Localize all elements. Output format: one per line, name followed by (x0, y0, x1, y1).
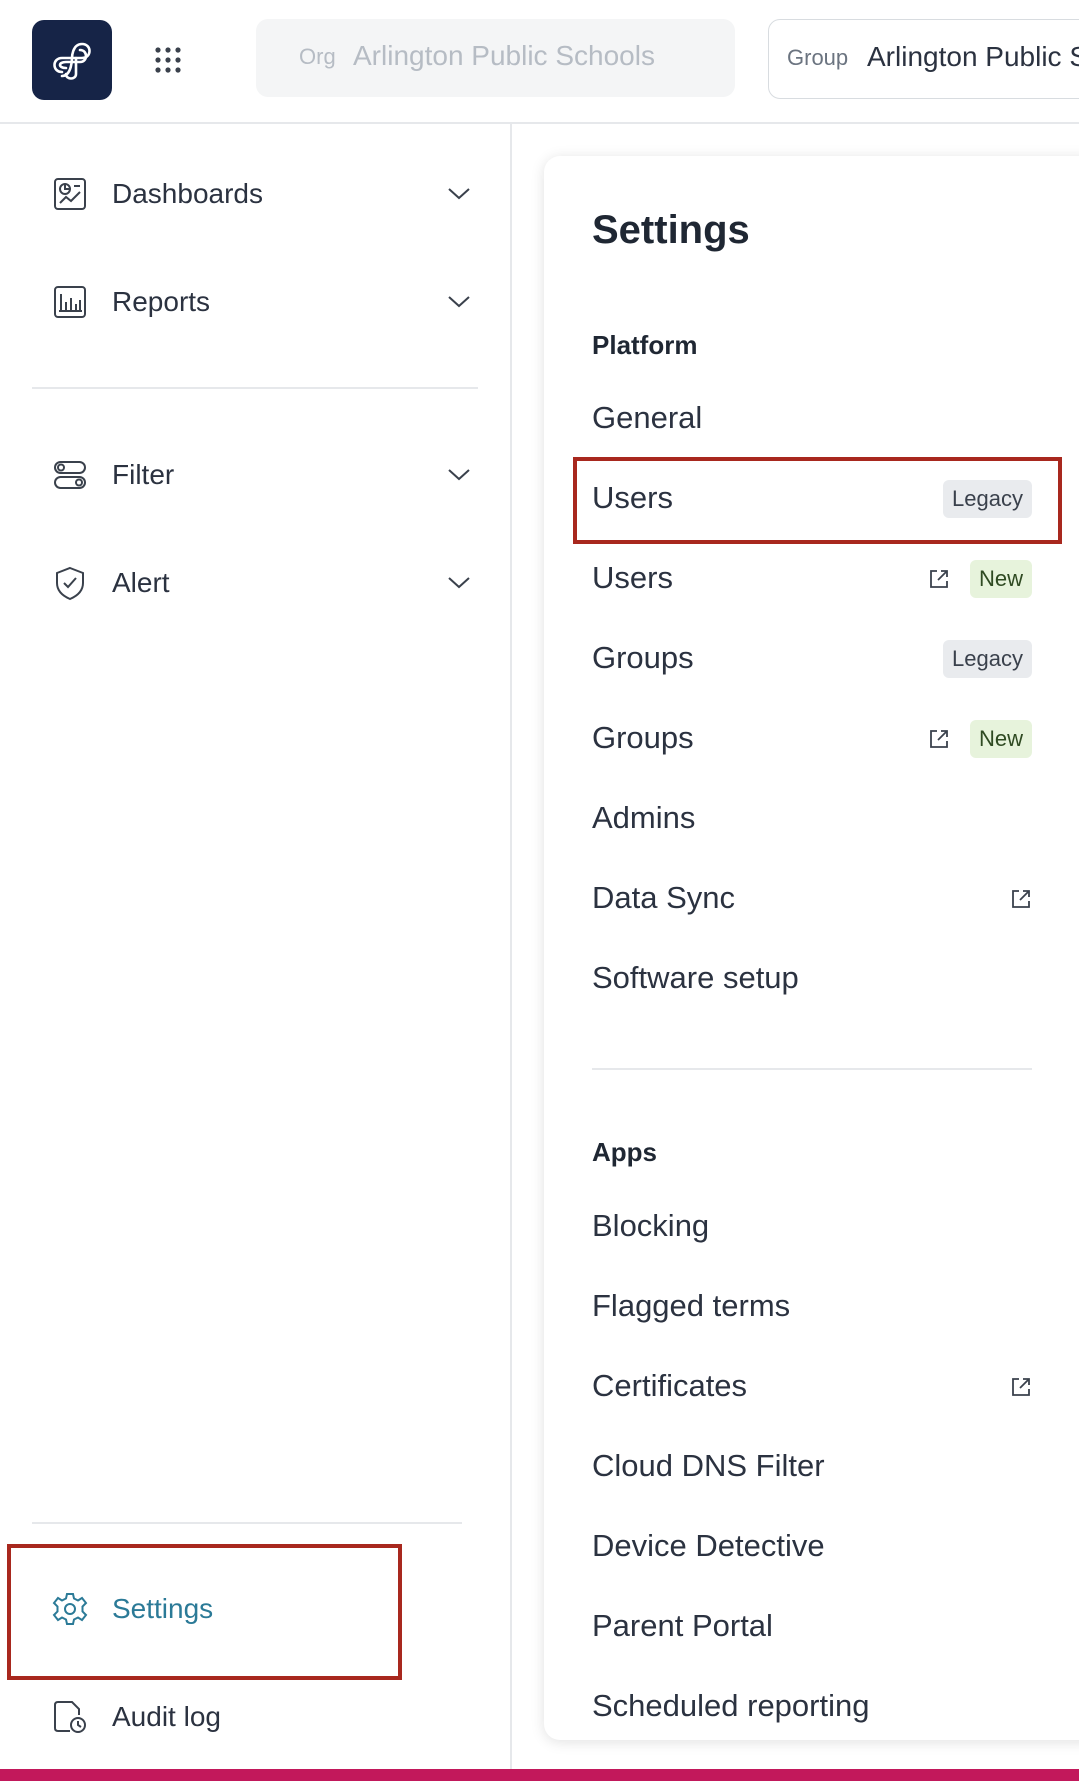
settings-item-flagged-terms[interactable]: Flagged terms (592, 1272, 1032, 1342)
panel-divider (592, 1068, 1032, 1070)
sidebar-item-label: Audit log (112, 1701, 221, 1732)
sidebar-border (510, 124, 512, 1781)
settings-panel: Settings Platform General Users Legacy U… (544, 156, 1079, 1740)
sidebar-item-label: Filter (112, 459, 175, 490)
chevron-down-icon[interactable] (446, 288, 472, 314)
settings-item-general[interactable]: General (592, 384, 1032, 454)
menu-item-label: Groups (592, 720, 694, 755)
settings-item-groups-new[interactable]: Groups New (592, 704, 1032, 774)
sidebar-divider (32, 387, 478, 389)
sidebar-item-audit-log[interactable]: Audit log (52, 1687, 472, 1747)
chevron-down-icon[interactable] (446, 569, 472, 595)
top-bar: Org Arlington Public Schools Group Arlin… (0, 0, 1079, 124)
menu-item-label: Admins (592, 800, 696, 835)
section-title-platform: Platform (592, 330, 698, 360)
menu-item-label: Scheduled reporting (592, 1688, 870, 1723)
menu-item-label: Blocking (592, 1208, 710, 1243)
settings-item-admins[interactable]: Admins (592, 784, 1032, 854)
legacy-badge: Legacy (943, 640, 1032, 678)
chevron-down-icon[interactable] (446, 180, 472, 206)
menu-item-label: Data Sync (592, 880, 736, 915)
dashboard-icon (54, 178, 86, 210)
new-badge: New (969, 560, 1032, 598)
menu-item-label: Device Detective (592, 1528, 825, 1563)
audit-log-icon (54, 1701, 86, 1733)
menu-item-label: Flagged terms (592, 1288, 791, 1323)
sidebar-item-label: Dashboards (112, 178, 263, 209)
menu-item-label: Software setup (592, 960, 799, 995)
menu-item-label: Users (592, 560, 673, 595)
app-logo[interactable] (32, 20, 112, 100)
sidebar-divider (32, 1522, 462, 1524)
sidebar-item-reports[interactable]: Reports (52, 272, 472, 332)
external-link-icon (1012, 890, 1030, 908)
menu-item-label: Groups (592, 640, 694, 675)
new-badge: New (969, 720, 1032, 758)
reports-icon (54, 286, 86, 318)
settings-item-scheduled-reporting[interactable]: Scheduled reporting (592, 1672, 1032, 1740)
menu-item-label: Certificates (592, 1368, 748, 1403)
settings-item-users-new[interactable]: Users New (592, 544, 1032, 614)
settings-item-device-detective[interactable]: Device Detective (592, 1512, 1032, 1582)
app-grid-icon[interactable] (148, 40, 188, 80)
sidebar-item-label: Reports (112, 286, 211, 317)
alert-shield-icon (56, 566, 84, 601)
sidebar-item-label: Alert (112, 567, 170, 598)
external-link-icon (1012, 1378, 1030, 1396)
settings-item-software-setup[interactable]: Software setup (592, 944, 1032, 1014)
sidebar-item-dashboards[interactable]: Dashboards (52, 164, 472, 224)
menu-item-label: Cloud DNS Filter (592, 1448, 825, 1483)
org-value: Arlington Public Schools (353, 40, 655, 71)
sidebar-item-filter[interactable]: Filter (52, 445, 472, 505)
settings-item-certificates[interactable]: Certificates (592, 1352, 1032, 1422)
external-link-icon (930, 730, 948, 748)
group-value: Arlington Public S (867, 41, 1079, 72)
menu-item-label: General (592, 400, 703, 435)
external-link-icon (930, 570, 948, 588)
settings-item-blocking[interactable]: Blocking (592, 1192, 1032, 1262)
users-legacy-highlight-box (573, 457, 1062, 544)
settings-item-groups-legacy[interactable]: Groups Legacy (592, 624, 1032, 694)
desktop-background-strip (0, 1769, 1079, 1781)
settings-item-data-sync[interactable]: Data Sync (592, 864, 1032, 934)
chevron-down-icon[interactable] (446, 461, 472, 487)
filter-icon (54, 461, 86, 489)
section-title-apps: Apps (592, 1137, 657, 1167)
sidebar: Dashboards Reports Filter Alert Settings… (0, 124, 510, 1781)
menu-item-label: Parent Portal (592, 1608, 773, 1643)
org-selector[interactable]: Org Arlington Public Schools (256, 19, 735, 97)
sidebar-item-alert[interactable]: Alert (52, 553, 472, 613)
settings-item-parent-portal[interactable]: Parent Portal (592, 1592, 1032, 1662)
group-label: Group (787, 45, 849, 70)
settings-item-cloud-dns-filter[interactable]: Cloud DNS Filter (592, 1432, 1032, 1502)
org-label: Org (299, 44, 336, 69)
logo-icon (53, 42, 91, 80)
panel-title: Settings (592, 208, 750, 252)
group-selector[interactable]: Group Arlington Public S (768, 19, 1079, 99)
settings-highlight-box (7, 1544, 402, 1680)
